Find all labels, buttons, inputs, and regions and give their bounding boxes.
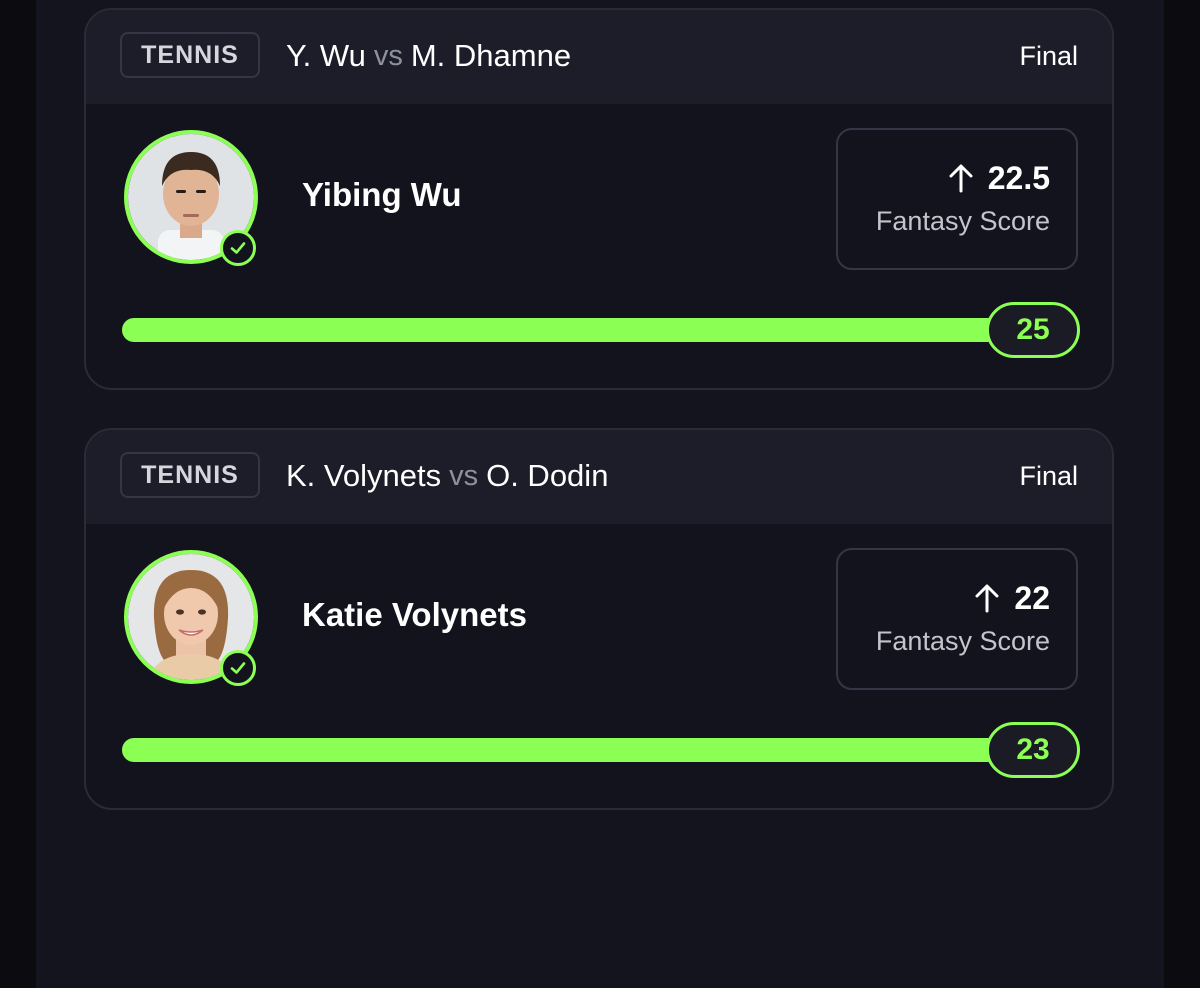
matchup-player-2: M. Dhamne: [410, 38, 572, 73]
score-value-row: 22.5: [948, 158, 1050, 198]
player-name: Yibing Wu: [302, 176, 462, 213]
pick-card[interactable]: TENNIS Y. Wu vs M. Dhamne Final Yibing W…: [84, 8, 1114, 390]
matchup-player-1: Y. Wu: [286, 38, 366, 73]
card-header: TENNIS Y. Wu vs M. Dhamne Final: [86, 10, 1112, 104]
card-header: TENNIS K. Volynets vs O. Dodin Final: [86, 430, 1112, 524]
progress-fill: [122, 738, 1002, 762]
sport-badge: TENNIS: [120, 32, 260, 78]
pick-card[interactable]: TENNIS K. Volynets vs O. Dodin Final Kat…: [84, 428, 1114, 810]
fantasy-score-value: 22.5: [987, 159, 1050, 196]
matchup-vs: vs: [449, 459, 479, 492]
progress-fill: [122, 318, 1002, 342]
check-circle-icon: [220, 650, 256, 686]
check-circle-icon: [220, 230, 256, 266]
progress-bar: [122, 738, 1002, 762]
fantasy-score-box: 22.5 Fantasy Score: [836, 128, 1078, 270]
game-status: Final: [1019, 460, 1078, 491]
progress-bar: [122, 318, 1002, 342]
score-value-row: 22: [974, 578, 1050, 618]
matchup: K. Volynets vs O. Dodin: [286, 454, 608, 498]
sport-badge: TENNIS: [120, 452, 260, 498]
fantasy-score-label: Fantasy Score: [875, 206, 1050, 236]
fantasy-score-box: 22 Fantasy Score: [836, 548, 1078, 690]
arrow-up-icon: [949, 164, 973, 193]
player-name: Katie Volynets: [302, 596, 527, 633]
matchup-player-2: O. Dodin: [486, 458, 609, 493]
line-value-badge: 23: [986, 722, 1080, 778]
fantasy-score-value: 22: [1014, 579, 1050, 616]
line-value-badge: 25: [986, 302, 1080, 358]
matchup-player-1: K. Volynets: [286, 458, 442, 493]
matchup-vs: vs: [373, 39, 403, 72]
game-status: Final: [1019, 40, 1078, 71]
fantasy-score-label: Fantasy Score: [875, 626, 1050, 656]
matchup: Y. Wu vs M. Dhamne: [286, 34, 571, 78]
arrow-up-icon: [975, 584, 999, 613]
